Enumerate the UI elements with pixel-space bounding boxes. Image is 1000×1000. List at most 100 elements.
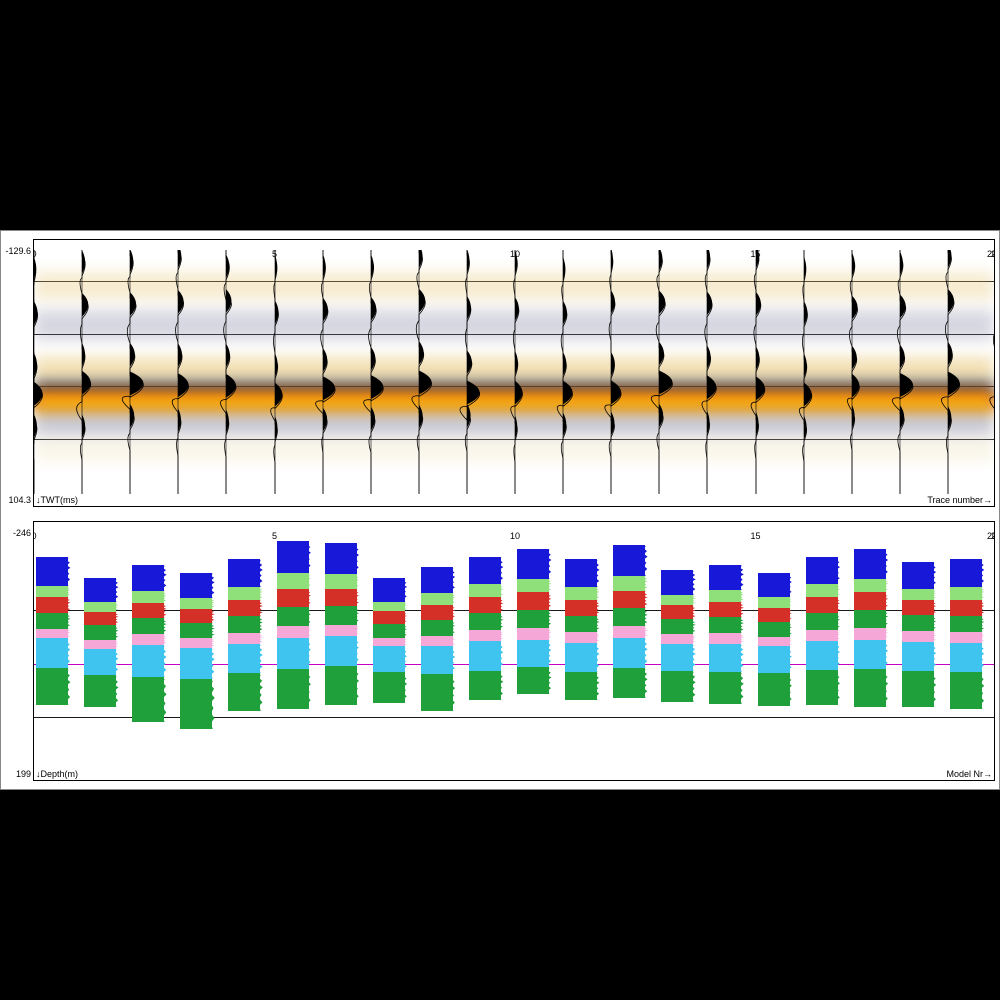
facies-segment	[180, 648, 212, 679]
facies-segment	[421, 593, 453, 605]
facies-segment	[469, 641, 501, 670]
depth-log	[992, 532, 994, 768]
depth-log	[78, 532, 118, 768]
facies-segment	[902, 589, 934, 601]
facies-segment	[709, 672, 741, 704]
seismic-panel: -129.6 104.3 0510152020-100-50050 TWT(ms…	[33, 239, 995, 507]
facies-segment	[758, 637, 790, 647]
facies-segment	[565, 600, 597, 616]
y-min-bot: -246	[13, 528, 34, 538]
facies-segment	[277, 573, 309, 589]
facies-segment	[228, 559, 260, 587]
facies-segment	[228, 633, 260, 644]
seismic-plot-area: 0510152020-100-50050	[34, 250, 994, 494]
seismic-trace	[106, 250, 154, 494]
facies-segment	[565, 559, 597, 587]
facies-segment	[613, 638, 645, 668]
facies-segment	[469, 630, 501, 641]
depth-panel: -246 199 0510152020-1000100 Depth(m) Mod…	[33, 521, 995, 781]
seismic-trace	[828, 250, 876, 494]
facies-segment	[517, 579, 549, 593]
facies-segment	[373, 646, 405, 672]
facies-segment	[854, 549, 886, 579]
depth-log	[800, 532, 840, 768]
facies-segment	[950, 672, 982, 709]
facies-segment	[421, 620, 453, 636]
facies-segment	[902, 615, 934, 631]
facies-segment	[806, 557, 838, 585]
facies-segment	[613, 608, 645, 626]
seismic-trace	[154, 250, 202, 494]
facies-segment	[325, 606, 357, 624]
facies-segment	[806, 641, 838, 670]
facies-segment	[132, 677, 164, 722]
facies-segment	[277, 638, 309, 669]
facies-segment	[180, 609, 212, 623]
facies-segment	[36, 597, 68, 613]
facies-segment	[84, 675, 116, 707]
depth-plot-area: 0510152020-1000100	[34, 532, 994, 768]
facies-segment	[950, 632, 982, 643]
facies-segment	[661, 605, 693, 619]
facies-segment	[709, 633, 741, 644]
depth-log	[463, 532, 503, 768]
facies-segment	[950, 587, 982, 600]
depth-log	[174, 532, 214, 768]
facies-segment	[661, 595, 693, 606]
x-axis-label-top: Trace number	[927, 495, 992, 505]
facies-segment	[517, 640, 549, 668]
seismic-trace	[732, 250, 780, 494]
facies-segment	[565, 672, 597, 700]
facies-segment	[132, 634, 164, 645]
facies-segment	[325, 666, 357, 705]
facies-segment	[228, 616, 260, 633]
facies-segment	[613, 626, 645, 638]
facies-segment	[36, 638, 68, 667]
facies-segment	[758, 597, 790, 608]
facies-segment	[613, 545, 645, 576]
depth-log	[944, 532, 984, 768]
facies-segment	[84, 612, 116, 625]
y-max-bot: 199	[16, 769, 34, 779]
facies-segment	[36, 586, 68, 597]
facies-segment	[180, 573, 212, 599]
facies-segment	[373, 578, 405, 602]
seismic-trace	[251, 250, 299, 494]
facies-segment	[84, 649, 116, 676]
seismic-trace	[202, 250, 250, 494]
depth-log	[511, 532, 551, 768]
depth-log	[655, 532, 695, 768]
facies-segment	[758, 622, 790, 637]
facies-segment	[277, 607, 309, 626]
facies-segment	[565, 616, 597, 632]
facies-segment	[132, 618, 164, 634]
seismic-trace	[347, 250, 395, 494]
facies-segment	[180, 638, 212, 648]
facies-segment	[758, 673, 790, 706]
facies-segment	[325, 574, 357, 589]
facies-segment	[517, 667, 549, 694]
facies-segment	[902, 562, 934, 589]
depth-log	[559, 532, 599, 768]
facies-segment	[421, 646, 453, 674]
facies-segment	[950, 616, 982, 632]
facies-segment	[132, 565, 164, 592]
facies-segment	[517, 628, 549, 640]
facies-segment	[950, 600, 982, 616]
facies-segment	[758, 608, 790, 622]
depth-log	[752, 532, 792, 768]
facies-segment	[709, 565, 741, 591]
facies-segment	[36, 668, 68, 705]
seismic-trace	[58, 250, 106, 494]
facies-segment	[661, 570, 693, 595]
facies-segment	[325, 589, 357, 606]
facies-segment	[469, 557, 501, 585]
seismic-trace	[395, 250, 443, 494]
facies-segment	[758, 646, 790, 673]
facies-segment	[709, 602, 741, 617]
facies-segment	[565, 632, 597, 643]
facies-segment	[950, 643, 982, 672]
depth-log	[703, 532, 743, 768]
facies-segment	[180, 679, 212, 730]
y-min-top: -129.6	[5, 246, 34, 256]
